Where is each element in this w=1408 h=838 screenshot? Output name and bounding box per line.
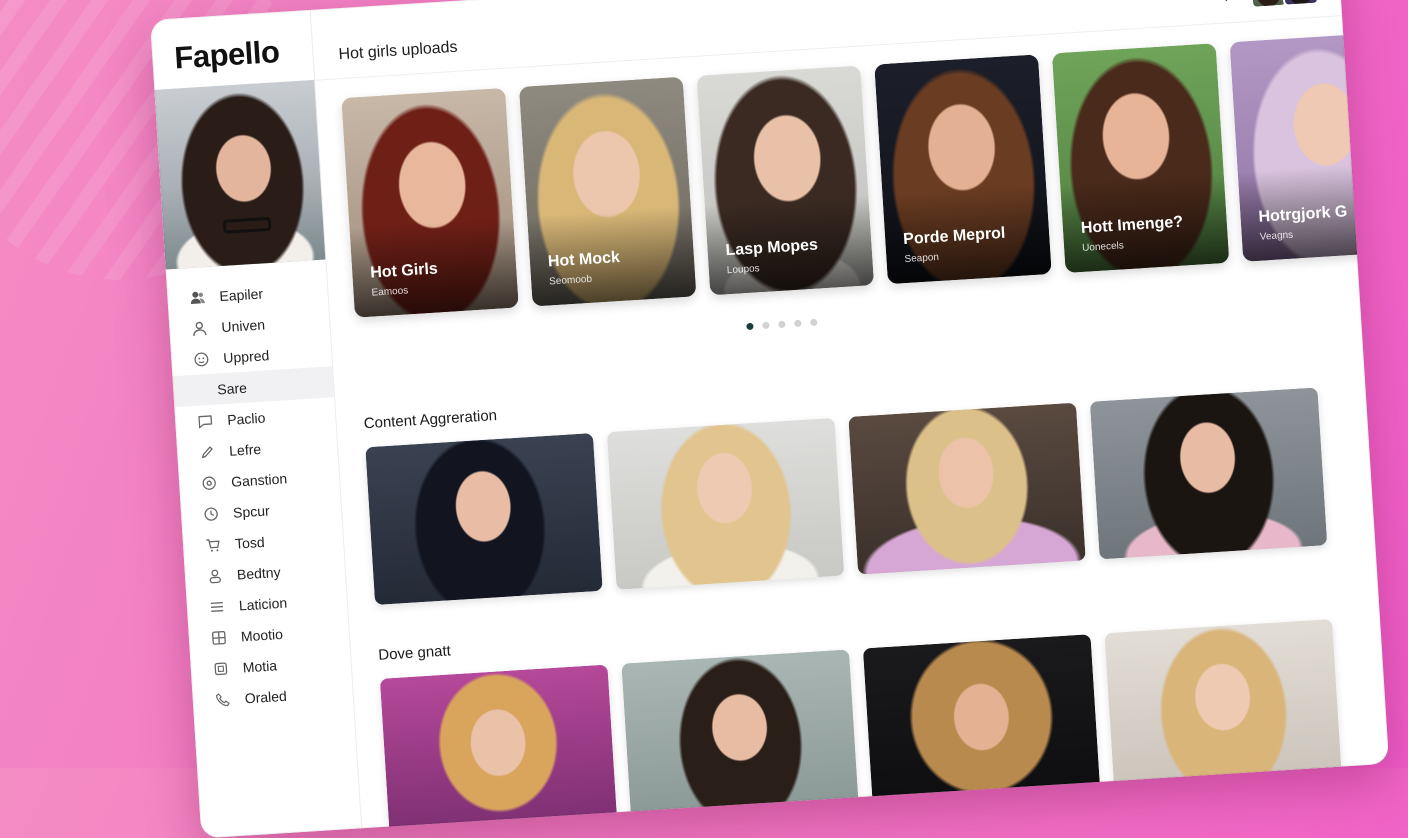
sidebar-item-label: Tosd [234,533,266,552]
carousel-card[interactable]: Hot Girls Eamoos [341,87,519,318]
sidebar-nav: Eapiler Univen Uppred Sare Paclio Lefre … [167,273,354,716]
gallery-card[interactable] [379,664,618,837]
gallery-card[interactable] [848,402,1086,575]
card-subtitle: Loupos [726,263,760,277]
cart-icon [205,536,222,553]
sidebar-item-label: Ganstion [230,469,288,490]
carousel-card[interactable]: Hott Imenge? Uonecels [1051,43,1230,274]
gallery-card[interactable] [621,649,859,822]
sidebar-item-label: Eapiler [218,284,264,304]
user-icon [191,320,208,337]
pagination-dot[interactable] [762,321,770,330]
sidebar-item-label: Bedtny [236,563,281,583]
search-icon[interactable] [1206,0,1229,4]
pagination-dot[interactable] [810,318,818,327]
sidebar-item-label: Oraled [244,687,288,706]
sidebar-item-label: Paclio [226,409,266,428]
app-logo[interactable]: Fapello [173,34,280,77]
sidebar-item-label: Motia [242,656,278,675]
sidebar-item-label: Spcur [232,501,271,521]
sidebar-item-label: Lefre [228,440,262,459]
section-title-content-aggregation: Content Aggreration [363,407,498,433]
person-icon [207,567,224,584]
card-subtitle: Eamoos [371,285,409,299]
carousel-card[interactable]: Porde Meprol Seapon [874,54,1052,285]
sidebar: Fapello Eapiler Univen Uppred Sare Pacli… [150,9,363,838]
chat-icon [197,412,214,429]
glasses-detail [222,216,272,234]
avatar-group[interactable] [1249,0,1320,9]
gallery-card[interactable] [862,634,1101,807]
gallery-card[interactable] [365,433,603,606]
card-subtitle: Seapon [904,251,940,266]
sidebar-item-label: Mootio [240,625,284,644]
avatar[interactable] [1249,0,1288,9]
gallery-card[interactable] [606,417,845,590]
users-icon [189,289,206,306]
phone-icon [214,691,231,708]
list-icon [208,598,225,615]
section-title-dove-gnatt: Dove gnatt [377,642,452,664]
sidebar-item-label: Sare [216,379,248,397]
grid-icon [210,629,227,646]
clock-icon [203,505,220,522]
sidebar-item-label: Laticion [238,594,288,614]
sidebar-item-label: Uppred [222,346,270,366]
gallery-card[interactable] [1104,618,1342,791]
pagination-dot[interactable] [794,319,802,328]
content-aggregation-grid [365,387,1328,606]
avatar[interactable] [1281,0,1320,7]
dove-gnatt-grid [379,618,1342,837]
pagination-dot[interactable] [778,320,786,329]
gallery-card[interactable] [1089,387,1328,560]
carousel-card[interactable]: Lasp Mopes Loupos [696,65,875,296]
smiley-icon [193,350,210,367]
carousel-pagination [746,318,818,331]
card-subtitle: Veagns [1259,229,1294,243]
page-title: Hot girls uploads [338,38,459,64]
featured-carousel: Hot Girls Eamoos Hot Mock Seomoob Lasp M… [341,31,1390,318]
square-icon [212,660,229,677]
carousel-card[interactable]: Hot Mock Seomoob [518,76,697,307]
carousel-card[interactable]: Hotrgjork G Veagns [1229,31,1390,262]
pagination-dot[interactable] [746,322,754,331]
sidebar-item-label: Univen [220,315,266,335]
pen-icon [199,443,216,460]
app-window: Fapello Eapiler Univen Uppred Sare Pacli… [150,0,1390,838]
circle-icon [201,474,218,491]
profile-photo[interactable] [154,79,326,270]
